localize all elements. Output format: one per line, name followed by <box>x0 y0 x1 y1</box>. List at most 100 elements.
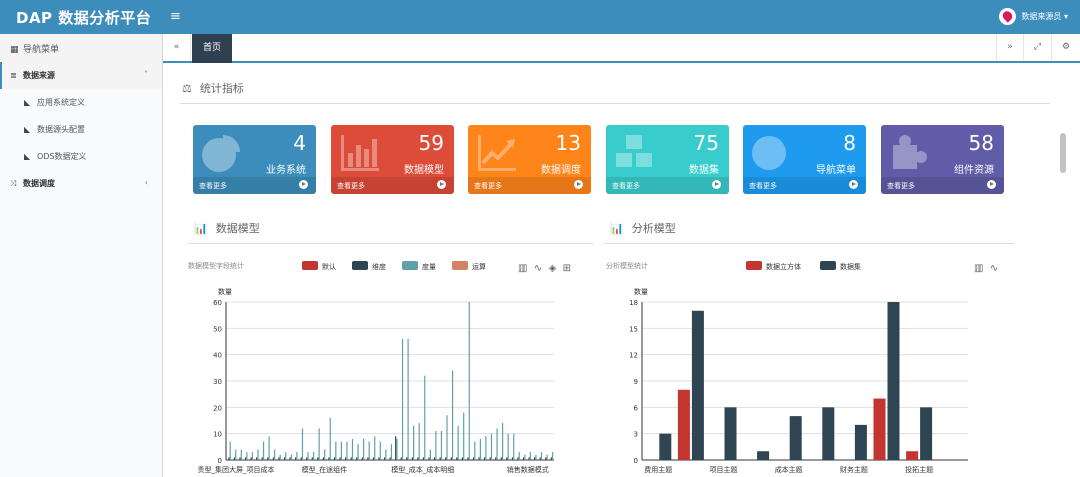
legend-swatch <box>820 261 836 270</box>
stat-value: 4 <box>293 131 306 155</box>
bar <box>854 424 867 460</box>
bar <box>395 436 397 460</box>
view-more-link[interactable]: 查看更多 <box>193 177 316 194</box>
stat-card-data-schedule[interactable]: 13 数据调度 查看更多 <box>468 125 591 194</box>
chevron-down-icon: ˅ <box>144 70 148 79</box>
fullscreen-icon[interactable]: ⤢ <box>1024 34 1052 61</box>
tab-scroll-right-icon[interactable]: » <box>996 34 1024 61</box>
bar-chart-icon: 📊 <box>610 222 624 235</box>
x-tick-label: 项目主题 <box>710 465 738 474</box>
bars-icon[interactable]: ≡ <box>170 9 181 24</box>
bar <box>446 415 448 460</box>
y-tick-label: 9 <box>634 378 638 386</box>
x-tick-label: 投拓主题 <box>905 465 933 474</box>
sidebar-item-app-system[interactable]: ◣ 应用系统定义 <box>0 89 162 116</box>
bar <box>390 444 393 460</box>
sidebar-item-source-config[interactable]: ◣ 数据源头配置 <box>0 116 162 143</box>
bar <box>368 441 370 460</box>
bar <box>350 457 352 460</box>
tab-scroll-left-icon[interactable]: « <box>163 34 191 61</box>
legend-swatch <box>352 261 368 270</box>
x-tick-label: 责型_集团大屏_项目成本 <box>198 465 275 474</box>
arrow-circle-right-icon <box>712 180 721 189</box>
bar <box>906 451 919 460</box>
tab-bar: « 首页 » ⤢ ⚙ <box>163 34 1080 63</box>
bar <box>461 457 463 460</box>
bar <box>256 457 258 460</box>
bar <box>529 452 532 460</box>
top-navbar: DAP 数据分析平台 ≡ 数据来源员 ▾ <box>0 0 1080 34</box>
view-more-link[interactable]: 查看更多 <box>881 177 1004 194</box>
x-tick-label: 模型_在途组件 <box>302 465 348 474</box>
brand-logo[interactable]: DAP 数据分析平台 <box>16 7 151 28</box>
bar <box>887 302 900 460</box>
view-more-link[interactable]: 查看更多 <box>743 177 866 194</box>
bar <box>468 302 470 460</box>
bar <box>502 423 504 460</box>
bar <box>339 457 341 460</box>
bar <box>506 457 508 460</box>
sidebar-item-ods-define[interactable]: ◣ ODS数据定义 <box>0 143 162 170</box>
bar <box>296 452 298 460</box>
arrow-circle-right-icon <box>849 180 858 189</box>
view-more-link[interactable]: 查看更多 <box>606 177 729 194</box>
legend-swatch <box>452 261 468 270</box>
stat-card-data-model[interactable]: 59 数据模型 查看更多 <box>331 125 454 194</box>
bar <box>235 449 237 460</box>
bar <box>307 452 309 460</box>
bar <box>374 436 376 460</box>
stat-label: 数据集 <box>689 165 719 176</box>
user-menu[interactable]: 数据来源员 ▾ <box>999 8 1068 25</box>
stat-value: 58 <box>968 131 994 155</box>
bar <box>257 449 259 460</box>
bar <box>429 449 431 460</box>
sidebar: ▦ 导航菜单 ≣ 数据来源 ˅ ◣ 应用系统定义 ◣ 数据源头配置 ◣ ODS数据定义 ⤨… <box>0 34 163 477</box>
bar <box>757 451 770 460</box>
scrollbar[interactable] <box>1060 133 1066 173</box>
x-tick-label: 模型_成本_成本明细 <box>391 465 454 474</box>
book-icon: ◣ <box>24 152 31 161</box>
bar <box>463 412 465 460</box>
bar <box>383 457 386 460</box>
y-tick-label: 30 <box>213 378 222 386</box>
y-tick-label: 50 <box>213 325 222 333</box>
sidebar-item-data-schedule[interactable]: ⤨ 数据调度 ‹ <box>0 170 162 197</box>
bar <box>406 457 408 460</box>
line-chart-icon <box>478 135 516 171</box>
chevron-left-icon: ‹ <box>144 178 148 187</box>
bar <box>283 457 286 460</box>
bar <box>246 452 248 460</box>
view-more-link[interactable]: 查看更多 <box>331 177 454 194</box>
bar <box>318 428 320 460</box>
bar <box>433 457 436 460</box>
stat-label: 组件资源 <box>954 165 994 176</box>
bar <box>546 454 548 460</box>
grid-icon: ▦ <box>10 45 19 55</box>
bar <box>467 457 469 460</box>
bar <box>244 457 247 460</box>
sidebar-item-data-source[interactable]: ≣ 数据来源 ˅ <box>0 62 162 89</box>
legend-label: 度量 <box>422 262 436 271</box>
legend-label: 维度 <box>372 262 386 271</box>
stat-card-business-system[interactable]: 4 业务系统 查看更多 <box>193 125 316 194</box>
bar <box>367 457 369 460</box>
y-tick-label: 20 <box>213 404 222 412</box>
stat-card-components[interactable]: 58 组件资源 查看更多 <box>881 125 1004 194</box>
bar <box>295 457 297 460</box>
gear-icon[interactable]: ⚙ <box>1052 34 1080 61</box>
bar <box>335 441 337 460</box>
bar <box>478 457 480 460</box>
stat-card-dataset[interactable]: 75 数据集 查看更多 <box>606 125 729 194</box>
x-tick-label: 费用主题 <box>644 465 672 474</box>
bar <box>545 457 547 460</box>
stat-card-nav-menu[interactable]: 8 导航菜单 查看更多 <box>743 125 866 194</box>
bar <box>524 454 526 460</box>
bar <box>500 457 502 460</box>
puzzle-icon <box>893 135 927 169</box>
view-more-link[interactable]: 查看更多 <box>468 177 591 194</box>
bar <box>233 457 236 460</box>
legend-swatch <box>402 261 418 270</box>
bar <box>340 441 342 460</box>
tab-home[interactable]: 首页 <box>192 34 232 63</box>
bar <box>279 454 281 460</box>
